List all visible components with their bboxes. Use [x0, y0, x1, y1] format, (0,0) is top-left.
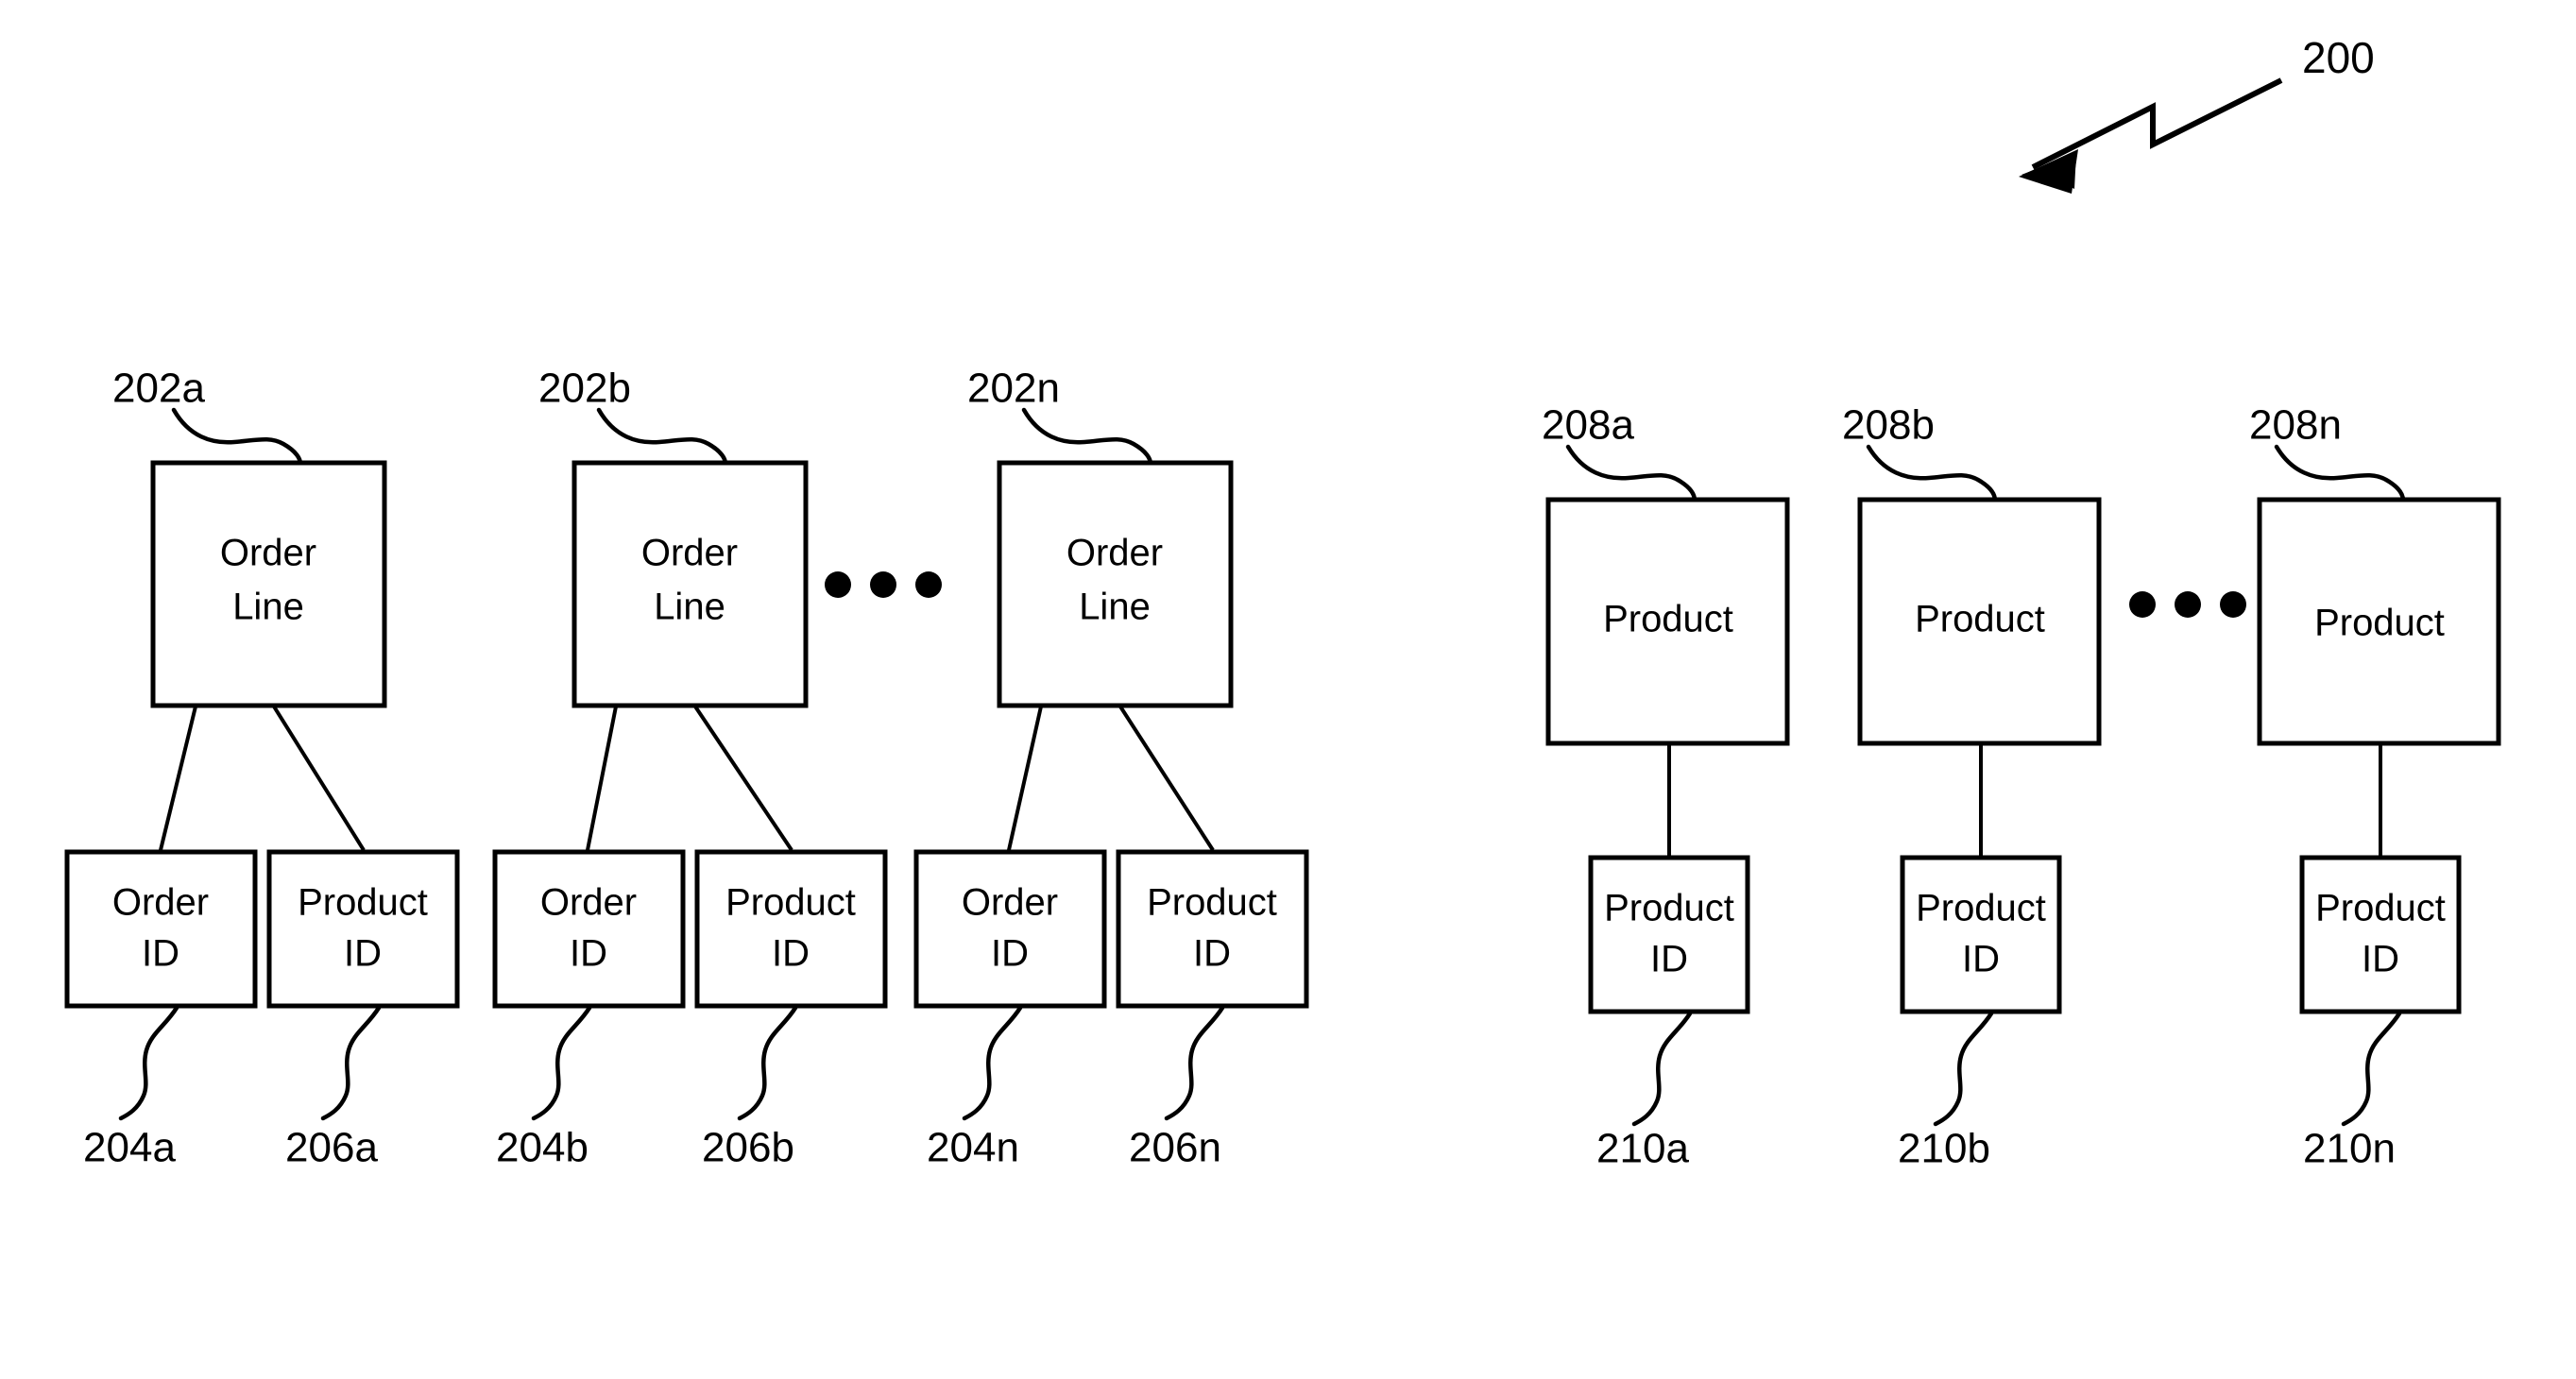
- product-box-n-label: Product: [2314, 603, 2445, 644]
- order-line-box-a-line1: Order: [220, 533, 316, 574]
- order-id-box-b-line2: ID: [570, 933, 607, 975]
- connector-202b-to-204b: [586, 706, 618, 851]
- ref-numeral-202n: 202n: [967, 366, 1060, 412]
- ellipsis-dot-1: [825, 571, 851, 598]
- figure-svg: 200 Order Line 202a Order ID 204a Produc…: [64, 33, 2501, 1172]
- ellipsis-dot-3: [915, 571, 942, 598]
- order-id-box-a-line1: Order: [112, 882, 209, 924]
- lead-squiggle-210b: [1933, 1011, 1994, 1127]
- order-line-box-n-line1: Order: [1066, 533, 1163, 574]
- order-line-box-b-line1: Order: [641, 533, 738, 574]
- product-id-box-210a[interactable]: [1588, 855, 1750, 1014]
- product-id-box-n[interactable]: [1116, 849, 1309, 1009]
- product-id-box-210n[interactable]: [2299, 855, 2462, 1014]
- ref-numeral-204n: 204n: [927, 1125, 1019, 1171]
- product-id-box-b-line1: Product: [725, 882, 856, 924]
- order-line-box-n-line2: Line: [1079, 587, 1151, 628]
- ref-numeral-208n: 208n: [2249, 402, 2342, 449]
- product-box-b-label: Product: [1915, 599, 2045, 640]
- order-id-box-n-line2: ID: [991, 933, 1029, 975]
- product-id-box-210n-line2: ID: [2362, 939, 2399, 980]
- product-id-box-210a-line2: ID: [1650, 939, 1688, 980]
- product-id-box-b[interactable]: [694, 849, 888, 1009]
- lead-squiggle-206n: [1164, 1005, 1225, 1121]
- order-line-box-a[interactable]: [150, 460, 387, 708]
- product-group-a: Product 208a Product ID 210a: [1542, 402, 1790, 1172]
- lead-squiggle-206a: [320, 1005, 382, 1121]
- lead-squiggle-208b: [1866, 444, 1998, 503]
- ref-numeral-204a: 204a: [83, 1125, 176, 1171]
- ellipsis-dot-2: [870, 571, 896, 598]
- connector-202n-to-204n: [1007, 706, 1043, 851]
- order-line-group-a: Order Line 202a Order ID 204a Product ID…: [64, 366, 460, 1171]
- order-line-box-a-line2: Line: [232, 587, 304, 628]
- ellipsis-dot-5: [2175, 591, 2201, 618]
- ref-numeral-206b: 206b: [702, 1125, 794, 1171]
- ref-numeral-210n: 210n: [2303, 1126, 2396, 1172]
- lead-squiggle-202a: [171, 407, 303, 467]
- order-line-group-n: Order Line 202n Order ID 204n Product ID…: [913, 366, 1309, 1171]
- lead-squiggle-202n: [1021, 407, 1153, 467]
- ref-numeral-210b: 210b: [1898, 1126, 1990, 1172]
- ellipsis-dot-6: [2220, 591, 2246, 618]
- connector-202a-to-206a: [272, 705, 366, 852]
- product-id-box-210n-line1: Product: [2315, 888, 2446, 929]
- order-line-box-n[interactable]: [997, 460, 1234, 708]
- order-id-box-a[interactable]: [64, 849, 258, 1009]
- lead-squiggle-204a: [118, 1005, 179, 1121]
- figure-number-label: 200: [2302, 33, 2375, 82]
- order-line-box-b-line2: Line: [654, 587, 725, 628]
- ellipsis-dot-4: [2129, 591, 2156, 618]
- product-id-box-n-line1: Product: [1147, 882, 1277, 924]
- product-id-box-a-line2: ID: [344, 933, 382, 975]
- product-group-n: Product 208n Product ID 210n: [2249, 402, 2501, 1172]
- order-line-ellipsis: [825, 571, 942, 598]
- lead-squiggle-204b: [531, 1005, 592, 1121]
- order-id-box-b-line1: Order: [540, 882, 637, 924]
- ref-numeral-202a: 202a: [112, 366, 205, 412]
- ref-numeral-206a: 206a: [285, 1125, 378, 1171]
- product-id-box-a-line1: Product: [298, 882, 428, 924]
- connector-202a-to-204a: [159, 706, 197, 851]
- product-id-box-a[interactable]: [266, 849, 460, 1009]
- ref-numeral-204b: 204b: [496, 1125, 589, 1171]
- lead-squiggle-210a: [1631, 1011, 1693, 1127]
- lead-arrow-head-fill: [2019, 149, 2078, 194]
- lead-squiggle-202b: [596, 407, 728, 467]
- product-id-box-210b-line2: ID: [1962, 939, 2000, 980]
- product-id-box-210b-line1: Product: [1916, 888, 2046, 929]
- ref-numeral-208a: 208a: [1542, 402, 1634, 449]
- figure-number-callout: 200: [2019, 33, 2375, 194]
- ref-numeral-208b: 208b: [1842, 402, 1935, 449]
- connector-202b-to-206b: [693, 705, 793, 852]
- order-line-group-b: Order Line 202b Order ID 204b Product ID…: [492, 366, 888, 1171]
- product-box-a-label: Product: [1603, 599, 1733, 640]
- connector-202n-to-206n: [1118, 705, 1215, 852]
- lead-squiggle-208n: [2274, 444, 2406, 503]
- lead-squiggle-204n: [962, 1005, 1023, 1121]
- product-ellipsis: [2129, 591, 2246, 618]
- product-id-box-n-line2: ID: [1193, 933, 1231, 975]
- product-id-box-210b[interactable]: [1900, 855, 2062, 1014]
- lead-squiggle-206b: [737, 1005, 798, 1121]
- order-id-box-n[interactable]: [913, 849, 1107, 1009]
- lead-squiggle-208a: [1565, 444, 1697, 503]
- lead-squiggle-210n: [2341, 1011, 2402, 1127]
- patent-figure-canvas: 200 Order Line 202a Order ID 204a Produc…: [0, 0, 2576, 1379]
- order-line-box-b[interactable]: [571, 460, 809, 708]
- product-group-b: Product 208b Product ID 210b: [1842, 402, 2102, 1172]
- ref-numeral-206n: 206n: [1129, 1125, 1221, 1171]
- product-id-box-210a-line1: Product: [1604, 888, 1734, 929]
- order-id-box-n-line1: Order: [962, 882, 1058, 924]
- ref-numeral-210a: 210a: [1596, 1126, 1689, 1172]
- ref-numeral-202b: 202b: [538, 366, 631, 412]
- order-id-box-a-line2: ID: [142, 933, 179, 975]
- product-id-box-b-line2: ID: [772, 933, 810, 975]
- order-id-box-b[interactable]: [492, 849, 686, 1009]
